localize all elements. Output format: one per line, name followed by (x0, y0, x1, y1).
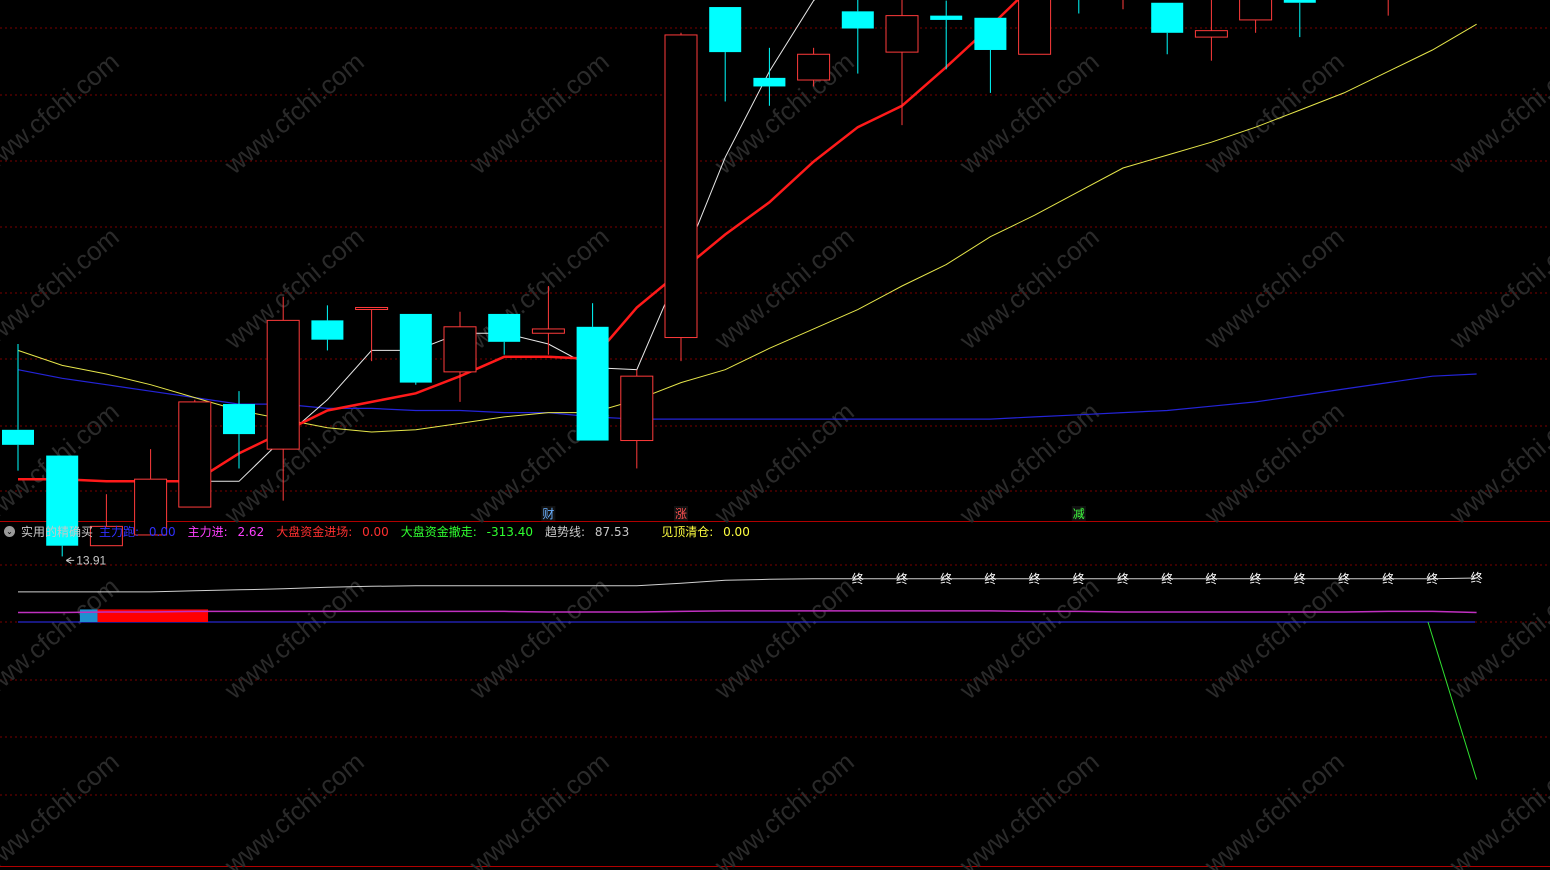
signal-marker: 减 (1073, 507, 1085, 521)
end-marker: 终 (1471, 570, 1483, 585)
watermark: www.cfchi.com (708, 571, 860, 705)
candle-down (311, 320, 344, 340)
candle-down (841, 11, 874, 29)
end-marker: 终 (1338, 571, 1350, 586)
watermark: www.cfchi.com (0, 46, 125, 180)
candle-down (399, 313, 432, 383)
watermark: www.cfchi.com (1198, 746, 1350, 870)
end-marker: 终 (1205, 571, 1217, 586)
end-marker: 终 (896, 571, 908, 586)
watermark: www.cfchi.com (218, 46, 370, 180)
candle-down (930, 15, 963, 20)
candle-up (1018, 0, 1052, 55)
arrow-icon (65, 556, 75, 564)
watermark: www.cfchi.com (953, 221, 1105, 355)
price-label: 13.91 (76, 553, 106, 567)
watermark: www.cfchi.com (953, 571, 1105, 705)
end-marker: 终 (940, 571, 952, 586)
watermark: www.cfchi.com (463, 571, 615, 705)
legend-market-in: 大盘资金进场: 0.00 (276, 524, 389, 539)
watermark: www.cfchi.com (1443, 571, 1550, 705)
legend-main-in: 主力进: 2.62 (187, 524, 265, 539)
candle-up (1239, 0, 1273, 21)
watermark: www.cfchi.com (1198, 396, 1350, 530)
watermark: www.cfchi.com (463, 46, 615, 180)
candle-up (178, 401, 212, 508)
candle-down (488, 313, 521, 342)
candle-down (974, 17, 1007, 50)
collapse-icon[interactable]: ⌄ (4, 525, 15, 537)
indicator-legend: ⌄ 实用的精确买 主力跑: 0.00 主力进: 2.62 大盘资金进场: 0.0… (4, 522, 762, 540)
watermark: www.cfchi.com (218, 746, 370, 870)
watermark: www.cfchi.com (708, 746, 860, 870)
signal-marker: 涨 (675, 506, 687, 521)
legend-market-out: 大盘资金撤走: -313.40 (400, 524, 533, 539)
end-marker: 终 (1117, 571, 1129, 586)
end-marker: 终 (1382, 571, 1394, 586)
watermark: www.cfchi.com (1443, 221, 1550, 355)
end-marker: 终 (1250, 571, 1262, 586)
end-marker: 终 (1426, 571, 1438, 586)
watermark: www.cfchi.com (953, 746, 1105, 870)
candle-up (1194, 30, 1228, 38)
watermark: www.cfchi.com (708, 396, 860, 530)
candle-up (443, 326, 477, 373)
watermark: www.cfchi.com (1443, 396, 1550, 530)
candle-down (753, 77, 786, 87)
candle-down (576, 326, 609, 441)
watermark: www.cfchi.com (1198, 221, 1350, 355)
signal-bar (79, 609, 98, 622)
end-marker: 终 (1294, 571, 1306, 586)
candle-up (797, 53, 831, 81)
watermark: www.cfchi.com (1443, 746, 1550, 870)
watermark: www.cfchi.com (0, 746, 125, 870)
candle-up (664, 34, 698, 339)
candle-up (531, 328, 565, 334)
candle-down (223, 404, 255, 435)
watermark: www.cfchi.com (1198, 571, 1350, 705)
watermark: www.cfchi.com (218, 571, 370, 705)
candle-up (266, 319, 300, 450)
end-marker: 终 (1029, 571, 1041, 586)
candle-down (1151, 2, 1184, 33)
end-marker: 终 (984, 571, 996, 586)
legend-main-out: 主力跑: 0.00 (99, 524, 176, 539)
watermark: www.cfchi.com (1198, 46, 1350, 180)
watermark: www.cfchi.com (0, 221, 125, 355)
end-marker: 终 (852, 571, 864, 586)
legend-top-clear: 见顶清仓: 0.00 (661, 524, 750, 539)
candle-up (620, 375, 654, 442)
candle-down (1283, 0, 1316, 3)
watermark: www.cfchi.com (1443, 46, 1550, 180)
watermark: www.cfchi.com (708, 46, 860, 180)
candle-down (709, 7, 742, 53)
watermark: www.cfchi.com (463, 746, 615, 870)
candle-down (2, 429, 34, 445)
end-marker: 终 (1073, 571, 1085, 586)
candle-up (885, 15, 919, 53)
indicator-title[interactable]: 实用的精确买 (21, 523, 93, 540)
end-marker: 终 (1161, 571, 1173, 586)
legend-trend: 趋势线: 87.53 (545, 524, 630, 539)
market-exit-line (1427, 621, 1478, 780)
main-in-line (18, 610, 1477, 614)
watermark: www.cfchi.com (953, 46, 1105, 180)
stock-chart: www.cfchi.com www.cfchi.com www.cfchi.com w… (0, 0, 1550, 870)
candle-up (355, 306, 389, 310)
watermark: www.cfchi.com (708, 221, 860, 355)
ma-yellow-line (17, 23, 1477, 433)
signal-marker: 财 (542, 507, 554, 521)
